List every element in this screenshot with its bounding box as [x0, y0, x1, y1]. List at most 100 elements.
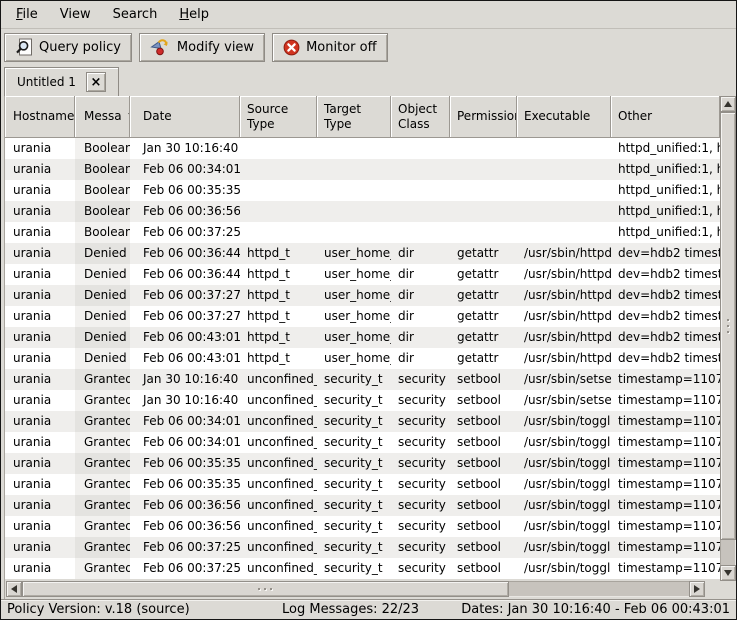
cell: Feb 06 00:36:44	[130, 243, 240, 264]
scroll-left-button[interactable]	[6, 581, 22, 597]
monitor-off-label: Monitor off	[306, 40, 376, 55]
grip-icon	[264, 588, 266, 590]
cell: security	[391, 390, 450, 411]
cell: /usr/sbin/httpd	[517, 285, 611, 306]
cell: /usr/sbin/httpd	[517, 348, 611, 369]
tab-close-button[interactable]: ×	[86, 72, 106, 92]
table-row[interactable]: uraniaBooleanFeb 06 00:35:35httpd_unifie…	[5, 180, 720, 201]
table-row[interactable]: uraniaGrantedFeb 06 00:36:56unconfined_s…	[5, 516, 720, 537]
table-row[interactable]: uraniaDeniedFeb 06 00:36:44httpd_tuser_h…	[5, 264, 720, 285]
table-body: uraniaBooleanJan 30 10:16:40httpd_unifie…	[5, 138, 720, 579]
table-row[interactable]: uraniaGrantedFeb 06 00:36:56unconfined_s…	[5, 495, 720, 516]
menubar: FileViewSearchHelp	[1, 1, 736, 29]
table-row[interactable]: uraniaBooleanJan 30 10:16:40httpd_unifie…	[5, 138, 720, 159]
horizontal-scrollbar-thumb[interactable]	[22, 581, 509, 597]
cell: timestamp=11076	[611, 453, 720, 474]
column-header-hostname[interactable]: Hostname	[5, 96, 75, 138]
cell: httpd_t	[240, 348, 317, 369]
cell: /usr/sbin/httpd	[517, 264, 611, 285]
cell: urania	[5, 516, 75, 537]
table-row[interactable]: uraniaGrantedFeb 06 00:34:01unconfined_s…	[5, 432, 720, 453]
modify-view-button[interactable]: Modify view	[139, 33, 265, 62]
menu-search[interactable]: Search	[102, 3, 169, 26]
table-header: HostnameMessaDateSource TypeTarget TypeO…	[5, 96, 720, 138]
table-row[interactable]: uraniaDeniedFeb 06 00:36:44httpd_tuser_h…	[5, 243, 720, 264]
cell: security_t	[317, 390, 391, 411]
column-header-label: Other	[618, 109, 652, 124]
cell: setbool	[450, 474, 517, 495]
cell: Feb 06 00:36:56	[130, 516, 240, 537]
cell: Feb 06 00:36:56	[130, 201, 240, 222]
column-header-other[interactable]: Other	[611, 96, 720, 138]
horizontal-scrollbar[interactable]	[6, 581, 705, 597]
scroll-right-button[interactable]	[689, 581, 705, 597]
column-header-label: Date	[143, 109, 172, 124]
cell: dev=hdb2 timesta	[611, 306, 720, 327]
table-row[interactable]: uraniaGrantedJan 30 10:16:40unconfined_s…	[5, 390, 720, 411]
table-row[interactable]: uraniaBooleanFeb 06 00:34:01httpd_unifie…	[5, 159, 720, 180]
table-row[interactable]: uraniaGrantedJan 30 10:16:40unconfined_s…	[5, 369, 720, 390]
cell: security	[391, 411, 450, 432]
table-row[interactable]: uraniaDeniedFeb 06 00:37:27httpd_tuser_h…	[5, 306, 720, 327]
cell: Feb 06 00:35:35	[130, 474, 240, 495]
cell: /usr/sbin/toggle	[517, 453, 611, 474]
table-row[interactable]: uraniaDeniedFeb 06 00:43:01httpd_tuser_h…	[5, 327, 720, 348]
table-row[interactable]: uraniaBooleanFeb 06 00:36:56httpd_unifie…	[5, 201, 720, 222]
cell: Granted	[75, 432, 130, 453]
cell: user_home_	[317, 264, 391, 285]
menu-file[interactable]: File	[5, 3, 49, 26]
cell	[391, 159, 450, 180]
modify-view-label: Modify view	[177, 40, 254, 55]
cell: /usr/sbin/setseb	[517, 369, 611, 390]
cell: security_t	[317, 432, 391, 453]
cell: security_t	[317, 516, 391, 537]
monitor-off-button[interactable]: Monitor off	[272, 33, 387, 62]
column-header-label: Source Type	[247, 102, 288, 132]
horizontal-scrollbar-trough[interactable]	[22, 581, 689, 597]
column-header-permission[interactable]: Permission	[450, 96, 517, 138]
query-policy-button[interactable]: Query policy	[4, 33, 132, 62]
cell: security	[391, 495, 450, 516]
column-header-source[interactable]: Source Type	[240, 96, 317, 138]
cell	[240, 201, 317, 222]
table-row[interactable]: uraniaDeniedFeb 06 00:37:27httpd_tuser_h…	[5, 285, 720, 306]
table-row[interactable]: uraniaDeniedFeb 06 00:43:01httpd_tuser_h…	[5, 348, 720, 369]
vertical-scrollbar[interactable]	[720, 96, 736, 581]
table-row[interactable]: uraniaBooleanFeb 06 00:37:25httpd_unifie…	[5, 222, 720, 243]
column-header-target[interactable]: Target Type	[317, 96, 391, 138]
cell: unconfined_	[240, 495, 317, 516]
cell: urania	[5, 411, 75, 432]
scroll-down-button[interactable]	[720, 565, 736, 581]
menu-view[interactable]: View	[49, 3, 102, 26]
cell: timestamp=11076	[611, 558, 720, 579]
cell: /usr/sbin/httpd	[517, 243, 611, 264]
column-header-date[interactable]: Date	[130, 96, 240, 138]
column-header-executable[interactable]: Executable	[517, 96, 611, 138]
cell: Boolean	[75, 180, 130, 201]
vertical-scrollbar-thumb[interactable]	[720, 112, 736, 540]
cell: Boolean	[75, 138, 130, 159]
vertical-scrollbar-trough[interactable]	[720, 112, 736, 565]
tab-untitled-1[interactable]: Untitled 1 ×	[4, 67, 119, 96]
column-header-label: Executable	[524, 109, 590, 124]
cell: /usr/sbin/toggle	[517, 495, 611, 516]
cell: dir	[391, 348, 450, 369]
table-row[interactable]: uraniaGrantedFeb 06 00:35:35unconfined_s…	[5, 453, 720, 474]
table-row[interactable]: uraniaGrantedFeb 06 00:34:01unconfined_s…	[5, 411, 720, 432]
menu-help[interactable]: Help	[168, 3, 220, 26]
cell	[391, 138, 450, 159]
scroll-up-button[interactable]	[720, 96, 736, 112]
column-header-label: Object Class	[398, 102, 437, 132]
cell: Granted	[75, 411, 130, 432]
cell: urania	[5, 453, 75, 474]
table-row[interactable]: uraniaGrantedFeb 06 00:37:25unconfined_s…	[5, 558, 720, 579]
cell: setbool	[450, 369, 517, 390]
table-row[interactable]: uraniaGrantedFeb 06 00:37:25unconfined_s…	[5, 537, 720, 558]
cell: security	[391, 516, 450, 537]
column-header-object[interactable]: Object Class	[391, 96, 450, 138]
monitor-off-icon	[283, 39, 300, 56]
cell: setbool	[450, 495, 517, 516]
column-header-messa[interactable]: Messa	[75, 96, 130, 138]
table-row[interactable]: uraniaGrantedFeb 06 00:35:35unconfined_s…	[5, 474, 720, 495]
cell: /usr/sbin/httpd	[517, 306, 611, 327]
